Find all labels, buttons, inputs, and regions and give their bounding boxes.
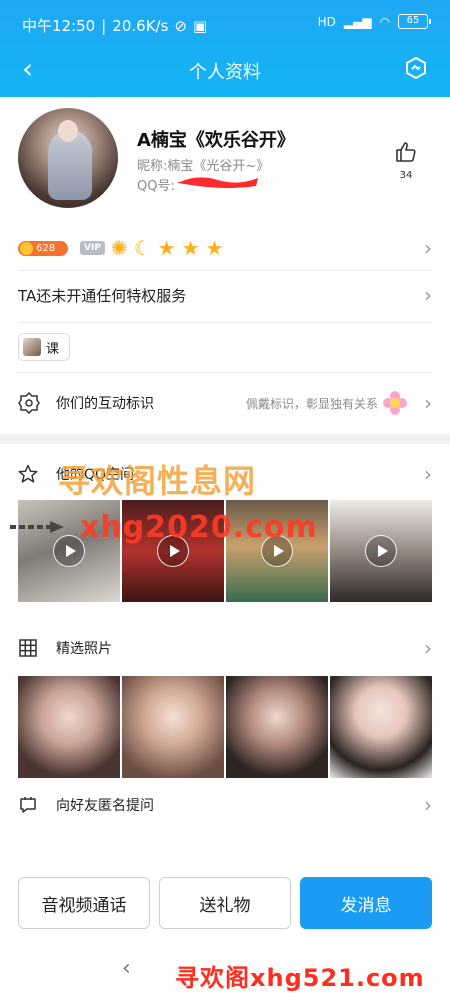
play-icon — [365, 535, 397, 567]
profile-name: A楠宝《欢乐谷开》 — [137, 130, 295, 151]
chevron-right-icon: › — [424, 236, 432, 260]
status-divider: | — [101, 16, 107, 35]
coin-badge: 628 — [18, 240, 68, 256]
badges-row[interactable]: 628 VIP ✺ ☾ ★ ★ ★ › — [18, 236, 432, 260]
flower-badge-icon — [383, 391, 407, 415]
chevron-right-icon: › — [424, 636, 432, 660]
wifi-icon: ◠ — [379, 14, 390, 29]
interaction-hint: 佩戴标识，彰显独有关系 — [245, 396, 378, 411]
anonymous-question-label: 向好友匿名提问 — [56, 798, 154, 814]
course-thumbnail — [23, 338, 41, 356]
system-nav-bar: ‹ 寻欢阁xhg521.com — [0, 950, 450, 1000]
course-label: 课 — [46, 341, 60, 357]
like-button[interactable]: 34 — [392, 140, 420, 181]
app-header: 中午12:50 | 20.6K/s ⊘ ▣ HD ▂▄▆ ◠ 65 ‹ 个人资料 — [0, 0, 450, 97]
moon-icon: ☾ — [133, 236, 152, 260]
av-call-button[interactable]: 音视频通话 — [18, 877, 150, 929]
status-bar: 中午12:50 | 20.6K/s ⊘ ▣ HD ▂▄▆ ◠ 65 — [0, 0, 450, 46]
send-gift-button[interactable]: 送礼物 — [159, 877, 291, 929]
vip-badge: VIP — [80, 241, 105, 255]
question-box-icon — [20, 797, 36, 813]
nfc-icon: ▣ — [192, 16, 208, 35]
watermark-overlay: 寻欢阁性息网 — [58, 462, 257, 500]
chevron-right-icon: › — [424, 391, 432, 415]
video-thumbnail[interactable] — [330, 500, 432, 602]
page-title: 个人资料 — [189, 62, 261, 83]
anonymous-question-row[interactable]: 向好友匿名提问 › — [18, 790, 432, 820]
star-icon: ★ — [157, 236, 176, 260]
photo-thumbnail[interactable] — [226, 676, 328, 778]
divider — [18, 322, 432, 323]
interaction-label: 你们的互动标识 — [56, 396, 154, 412]
privilege-row[interactable]: TA还未开通任何特权服务 › — [18, 280, 432, 310]
chevron-right-icon: › — [424, 793, 432, 817]
watermark-arrow — [10, 518, 64, 533]
settings-hex-icon[interactable] — [404, 56, 428, 80]
profile-card: A楠宝《欢乐谷开》 昵称:楠宝《光谷开~》 QQ号: — [0, 100, 450, 222]
status-left: 中午12:50 | 20.6K/s ⊘ ▣ — [22, 15, 207, 36]
mute-icon: ⊘ — [174, 16, 187, 35]
featured-photo-strip — [18, 676, 432, 778]
course-tag[interactable]: 课 — [18, 333, 71, 361]
title-bar: ‹ 个人资料 — [0, 46, 450, 94]
status-time: 中午12:50 — [22, 17, 96, 35]
interaction-row[interactable]: 你们的互动标识 佩戴标识，彰显独有关系 › — [18, 388, 432, 418]
privilege-text: TA还未开通任何特权服务 — [18, 286, 187, 305]
send-message-button[interactable]: 发消息 — [300, 877, 432, 929]
sun-icon: ✺ — [110, 236, 128, 260]
chevron-right-icon: › — [424, 283, 432, 307]
featured-photos-label: 精选照片 — [56, 641, 112, 657]
signal-icon: ▂▄▆ — [343, 14, 372, 29]
redaction-mark — [178, 177, 258, 188]
star-icon: ★ — [205, 236, 224, 260]
profile-qq: QQ号: — [137, 179, 175, 194]
action-bar: 音视频通话 送礼物 发消息 — [18, 877, 432, 929]
network-type: HD — [317, 14, 336, 29]
avatar[interactable] — [18, 108, 118, 208]
status-speed: 20.6K/s — [112, 16, 169, 35]
battery-icon: 65 — [398, 14, 431, 29]
nav-back-icon[interactable]: ‹ — [122, 956, 131, 981]
star-outline-icon — [18, 464, 38, 483]
watermark-bottom: 寻欢阁xhg521.com — [175, 964, 425, 992]
thumbs-up-icon — [396, 142, 416, 162]
photo-thumbnail[interactable] — [18, 676, 120, 778]
featured-photos-row[interactable]: 精选照片 › — [18, 633, 432, 663]
like-count: 34 — [399, 170, 413, 181]
grid-icon — [19, 639, 37, 657]
divider — [18, 270, 432, 271]
section-gap — [0, 434, 450, 444]
photo-thumbnail[interactable] — [122, 676, 224, 778]
badge-gear-icon — [18, 392, 40, 414]
avatar-face — [58, 120, 78, 142]
photo-thumbnail[interactable] — [330, 676, 432, 778]
star-icon: ★ — [181, 236, 200, 260]
chevron-right-icon: › — [424, 462, 432, 486]
watermark-overlay: xhg2020.com — [80, 510, 318, 545]
status-right: HD ▂▄▆ ◠ 65 — [317, 14, 431, 29]
divider — [18, 372, 432, 373]
